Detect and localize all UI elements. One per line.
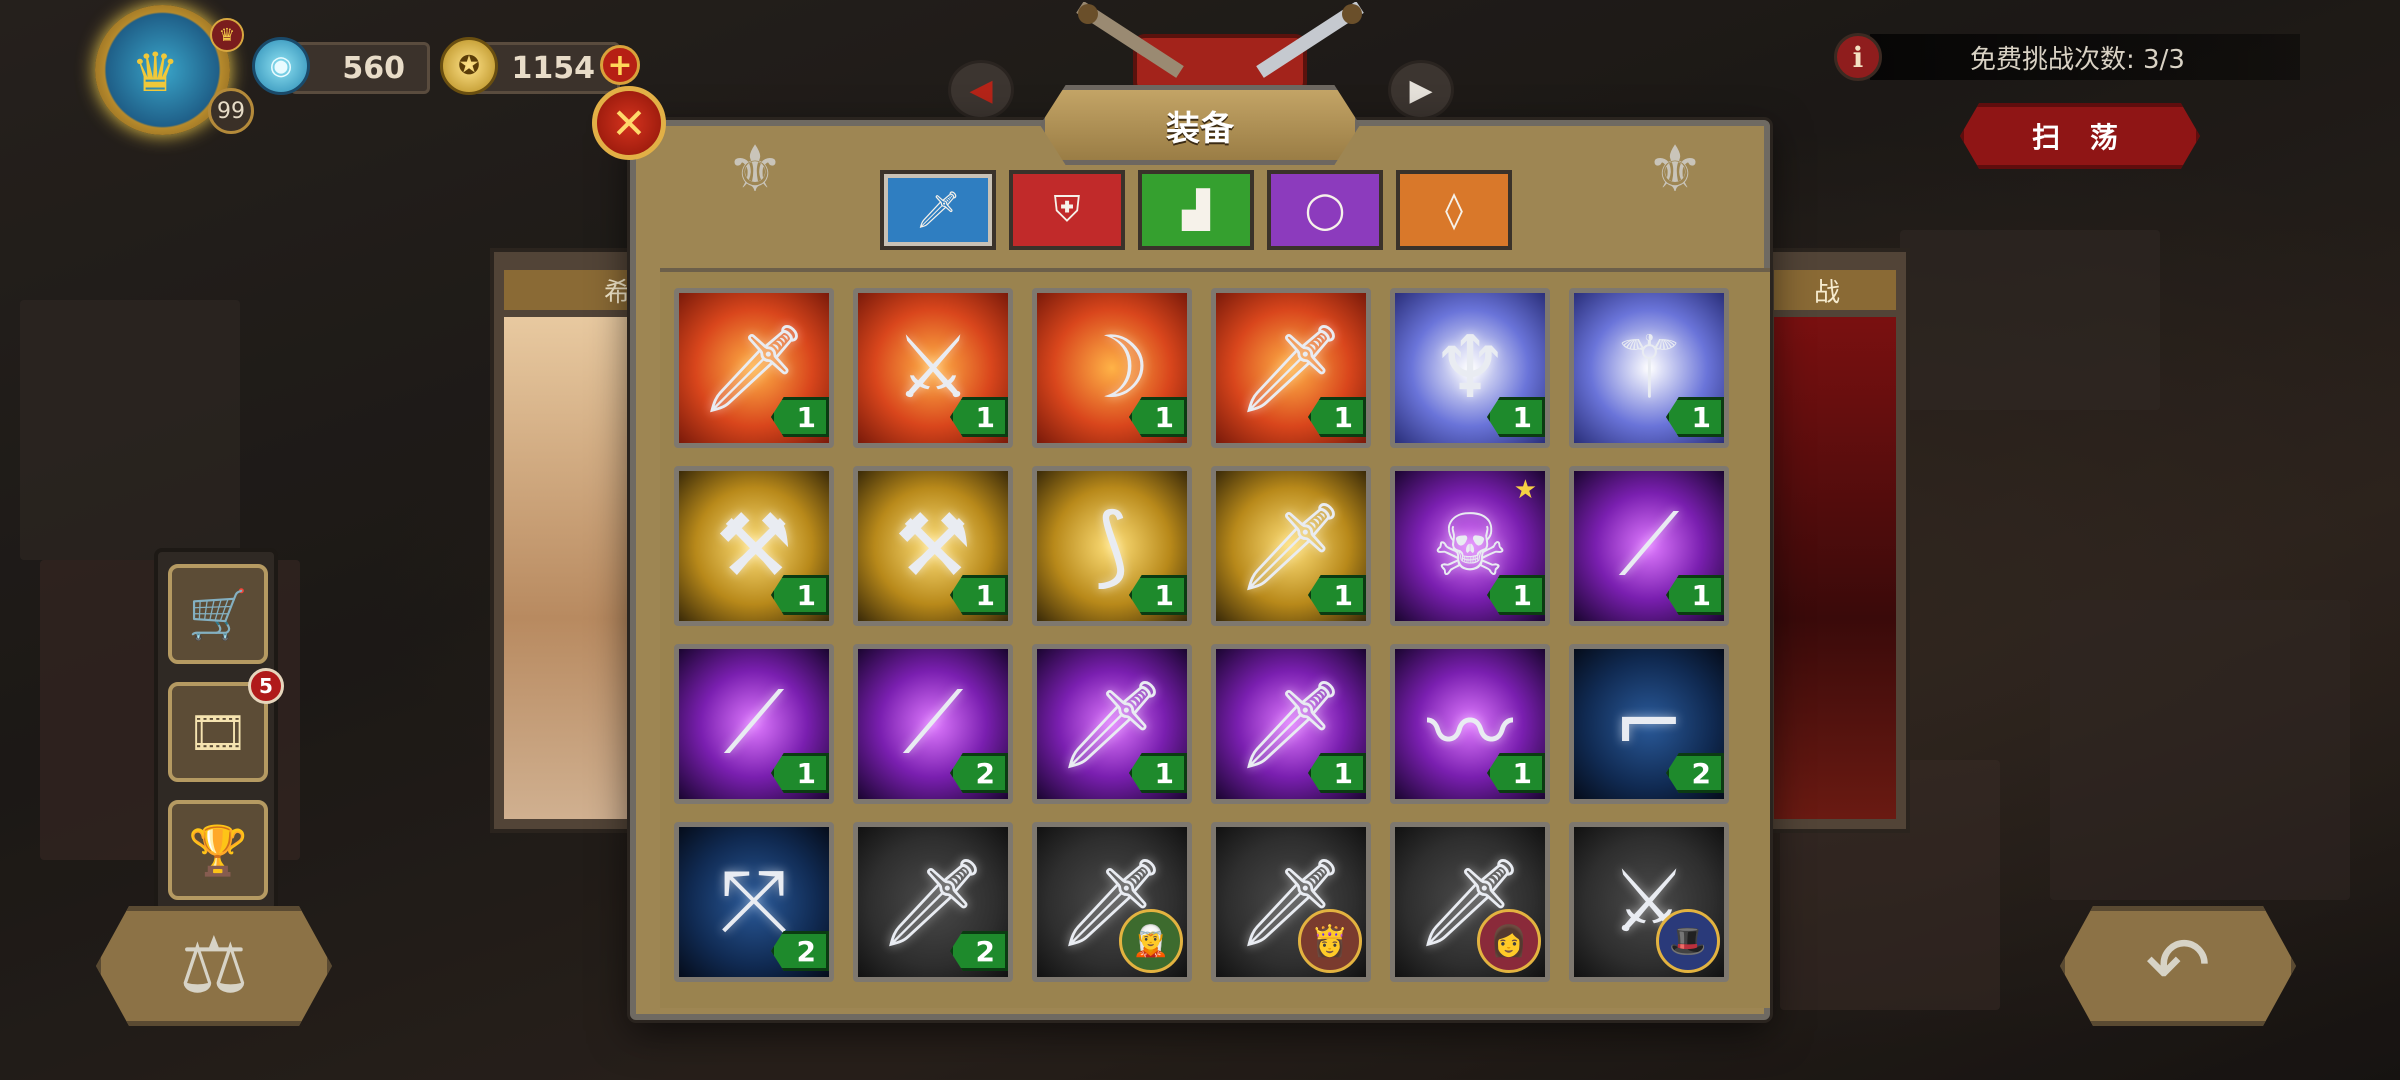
- equipment-slot[interactable]: ⟋ 2: [853, 644, 1013, 804]
- equipment-slot[interactable]: ⚒ 1: [674, 466, 834, 626]
- crossed-swords-emblem: [1076, 2, 1364, 92]
- ring-icon: ◯: [1304, 189, 1346, 231]
- boot-icon: ▟: [1182, 189, 1210, 231]
- equipment-slot[interactable]: 〰 1: [1390, 644, 1550, 804]
- tab-armor[interactable]: ⛨: [1009, 170, 1125, 250]
- sweep-button[interactable]: 扫 荡: [1960, 103, 2200, 169]
- shield-icon: ⛨: [1053, 189, 1081, 230]
- vip-crown-icon[interactable]: ♛: [210, 18, 244, 52]
- equipment-slot[interactable]: 🗡 1: [1211, 644, 1371, 804]
- sorceress-portrait-icon: 👩: [1477, 909, 1541, 973]
- gem-icon: ◉: [252, 37, 310, 95]
- back-button[interactable]: ↶: [2060, 906, 2296, 1026]
- equipment-slot[interactable]: ⌐ 2: [1569, 644, 1729, 804]
- tab-weapon[interactable]: 🗡: [880, 170, 996, 250]
- equipment-slot[interactable]: ♆ 1: [1390, 288, 1550, 448]
- star-icon: ★: [1513, 475, 1537, 505]
- demon-art: [1774, 317, 1896, 819]
- left-hero-card: 希: [490, 248, 650, 833]
- right-hero-card: 战: [1760, 248, 1910, 833]
- balance-button[interactable]: ⚖: [96, 906, 332, 1026]
- info-icon[interactable]: i: [1834, 33, 1882, 81]
- officer-portrait-icon: 🎩: [1656, 909, 1720, 973]
- player-level-badge: 99: [208, 88, 254, 134]
- equipment-slot[interactable]: ⟋ 1: [674, 644, 834, 804]
- equipment-slot[interactable]: 🗡 👸: [1211, 822, 1371, 982]
- right-flourish-icon: ⚜: [1646, 133, 1704, 207]
- equipment-slot[interactable]: 🗡 1: [1211, 288, 1371, 448]
- cart-icon: 🛒: [188, 586, 248, 643]
- equipment-slot[interactable]: ⚚ 1: [1569, 288, 1729, 448]
- prev-arrow-button[interactable]: ◀: [948, 60, 1014, 120]
- close-button[interactable]: ✕: [592, 86, 666, 160]
- side-menu: 🛒 🎞 🏆: [154, 548, 278, 913]
- add-currency-button[interactable]: +: [600, 45, 640, 85]
- gem-counter: 560: [290, 42, 430, 94]
- tab-amulet[interactable]: ◊: [1396, 170, 1512, 250]
- right-card-title: 战: [1774, 270, 1896, 310]
- equipment-slot[interactable]: ⚔ 1: [853, 288, 1013, 448]
- left-card-title: 希: [504, 270, 636, 310]
- return-arrow-icon: ↶: [2145, 921, 2211, 1011]
- ranger-portrait-icon: 🧝: [1119, 909, 1183, 973]
- trophy-icon: 🏆: [188, 822, 248, 879]
- amulet-icon: ◊: [1445, 189, 1463, 231]
- equipment-slot[interactable]: ⚔ 🎩: [1569, 822, 1729, 982]
- equipment-slot[interactable]: 🗡 1: [1032, 644, 1192, 804]
- goddess-art: [504, 317, 636, 819]
- video-count-badge: 5: [248, 668, 284, 704]
- left-flourish-icon: ⚜: [726, 133, 784, 207]
- tab-ring[interactable]: ◯: [1267, 170, 1383, 250]
- equipment-slot[interactable]: ⤧ 2: [674, 822, 834, 982]
- equipment-slot[interactable]: ⚒ 1: [853, 466, 1013, 626]
- equipment-slot[interactable]: 🗡 👩: [1390, 822, 1550, 982]
- next-arrow-button[interactable]: ▶: [1388, 60, 1454, 120]
- equipment-slot[interactable]: ⟋ 1: [1569, 466, 1729, 626]
- tab-boots[interactable]: ▟: [1138, 170, 1254, 250]
- equipment-slot[interactable]: ⟆ 1: [1032, 466, 1192, 626]
- crown-icon: ♛: [131, 41, 180, 104]
- equipment-slot[interactable]: 🗡 2: [853, 822, 1013, 982]
- equipment-slot[interactable]: 🗡 1: [1211, 466, 1371, 626]
- modal-title: 装备: [1040, 85, 1360, 165]
- equipment-slot[interactable]: 🗡 🧝: [1032, 822, 1192, 982]
- shop-cart-button[interactable]: 🛒: [168, 564, 268, 664]
- equipment-slot[interactable]: 🗡 1: [674, 288, 834, 448]
- valkyrie-portrait-icon: 👸: [1298, 909, 1362, 973]
- scales-icon: ⚖: [179, 921, 249, 1011]
- sword-icon: 🗡: [915, 190, 961, 231]
- medal-icon: ✪: [440, 37, 498, 95]
- equipment-slot[interactable]: ☠ ★ 1: [1390, 466, 1550, 626]
- trophy-button[interactable]: 🏆: [168, 800, 268, 900]
- equipment-slot[interactable]: ☽ 1: [1032, 288, 1192, 448]
- film-icon: 🎞: [187, 704, 249, 761]
- free-challenges-counter: 免费挑战次数: 3/3: [1870, 34, 2300, 80]
